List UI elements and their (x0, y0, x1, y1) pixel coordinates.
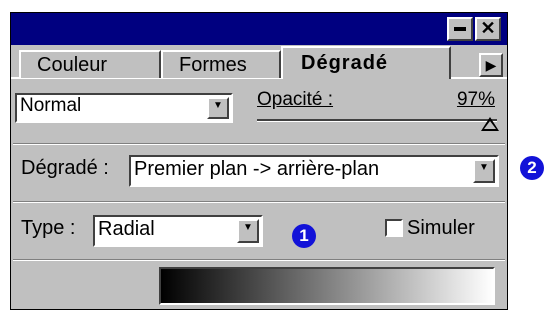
opacity-slider-track[interactable] (257, 119, 497, 122)
chevron-down-icon[interactable]: ▼ (207, 97, 229, 119)
gradient-value: Premier plan -> arrière-plan (134, 158, 380, 180)
type-label: Type : (21, 217, 76, 239)
blend-opacity-row: Normal ▼ Opacité : 97% (11, 85, 507, 143)
palette-tabs: Couleur Formes Dégradé ▶ (11, 45, 507, 79)
gradient-preview-row (11, 261, 507, 309)
gradient-select[interactable]: Premier plan -> arrière-plan ▼ (129, 155, 499, 187)
blend-mode-value: Normal (20, 95, 82, 116)
tab-couleur[interactable]: Couleur (19, 50, 161, 78)
tab-formes[interactable]: Formes (161, 50, 281, 78)
tab-scroll-right-icon[interactable]: ▶ (479, 53, 503, 77)
type-value: Radial (98, 218, 155, 240)
gradient-palette-window: ✕ Couleur Formes Dégradé ▶ Normal ▼ Opac… (10, 12, 508, 310)
minimize-icon[interactable] (447, 17, 473, 41)
opacity-slider-thumb[interactable] (480, 117, 499, 131)
callout-1: 1 (292, 224, 316, 248)
gradient-preview[interactable] (159, 267, 495, 305)
chevron-down-icon[interactable]: ▼ (237, 219, 259, 243)
simulate-checkbox[interactable] (385, 219, 403, 237)
close-icon[interactable]: ✕ (475, 17, 501, 41)
opacity-label: Opacité : (257, 89, 334, 110)
opacity-value: 97% (456, 89, 495, 110)
tab-degrade[interactable]: Dégradé (281, 46, 451, 79)
palette-titlebar[interactable]: ✕ (11, 13, 507, 45)
chevron-down-icon[interactable]: ▼ (473, 159, 495, 183)
callout-2: 2 (520, 156, 544, 180)
gradient-label: Dégradé : (21, 157, 109, 179)
gradient-row: Dégradé : Premier plan -> arrière-plan ▼ (11, 145, 507, 201)
type-select[interactable]: Radial ▼ (93, 215, 263, 247)
simulate-label[interactable]: Simuler (407, 217, 475, 240)
type-row: Type : Radial ▼ Simuler (11, 203, 507, 259)
blend-mode-select[interactable]: Normal ▼ (15, 93, 233, 123)
